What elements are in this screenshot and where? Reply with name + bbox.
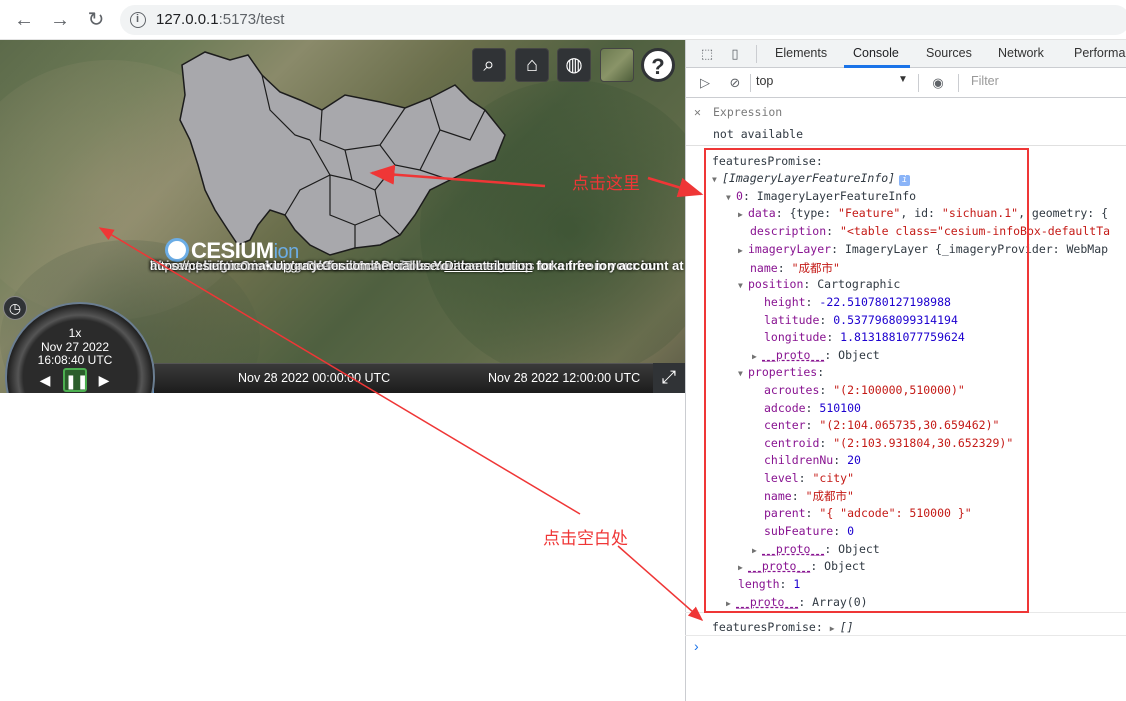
filter-input[interactable]: Filter — [971, 74, 999, 88]
address-bar[interactable]: 127.0.0.1:5173/test — [120, 5, 1126, 35]
animation-widget[interactable]: 1x Nov 27 2022 16:08:40 UTC ◀ ❚❚ ▶ — [0, 297, 155, 393]
annotation-click-blank: 点击空白处 — [543, 529, 628, 549]
timeline-tick: Nov 28 2022 12:00:00 UTC — [488, 371, 641, 385]
inspect-icon[interactable]: ⬚ — [698, 45, 716, 63]
globe-icon[interactable]: ◍ — [557, 48, 591, 82]
arrow-left-icon[interactable]: ← — [12, 8, 36, 32]
highlight-box — [704, 148, 1029, 613]
tab-sources[interactable]: Sources — [926, 46, 972, 60]
search-icon[interactable]: ⌕ — [472, 48, 506, 82]
close-icon[interactable]: ✕ — [694, 105, 701, 119]
anim-time: 16:08:40 UTC — [37, 353, 113, 367]
data-attribution-link[interactable]: Data attribution — [444, 258, 532, 273]
cesium-viewer[interactable]: ⌕ ⌂ ◍ ? CESIUMion This application is us… — [0, 40, 685, 393]
expression-value: not available — [713, 127, 804, 141]
chevron-down-icon: ▼ — [898, 74, 908, 85]
sidebar-toggle-icon[interactable]: ▷ — [696, 74, 714, 92]
play-reverse-icon[interactable]: ◀ — [34, 369, 56, 391]
expression-label: Expression — [713, 105, 783, 119]
tab-network[interactable]: Network — [998, 46, 1044, 60]
help-icon[interactable]: ? — [641, 48, 675, 82]
devtools-tabbar: ⬚ ▯ Elements Console Sources Network Per… — [686, 40, 1126, 68]
url-text: 127.0.0.1:5173/test — [156, 11, 285, 28]
browser-toolbar: ← → ↻ 127.0.0.1:5173/test — [0, 0, 1126, 40]
clear-console-icon[interactable]: ⊘ — [726, 74, 744, 92]
home-icon[interactable]: ⌂ — [515, 48, 549, 82]
live-expression: ✕ Expression not available — [686, 98, 1126, 146]
pause-icon[interactable]: ❚❚ — [63, 368, 88, 392]
site-info-icon[interactable] — [130, 12, 146, 28]
console-toolbar: ▷ ⊘ top ▼ ◉ Filter — [686, 68, 1126, 98]
device-toggle-icon[interactable]: ▯ — [726, 45, 744, 63]
play-icon[interactable]: ▶ — [93, 369, 115, 391]
fullscreen-icon[interactable]: ⤢ — [653, 363, 685, 393]
console-message: featuresPromise: ▶[] — [712, 620, 854, 634]
anim-speed: 1x — [68, 326, 82, 340]
context-select[interactable]: top — [756, 74, 914, 92]
timeline-tick: Nov 28 2022 00:00:00 UTC — [238, 371, 391, 385]
reload-icon[interactable]: ↻ — [84, 8, 108, 32]
tab-elements[interactable]: Elements — [775, 46, 827, 60]
layer-picker-icon[interactable] — [600, 48, 634, 82]
eye-icon[interactable]: ◉ — [929, 74, 947, 92]
tab-console[interactable]: Console — [853, 46, 899, 60]
arrow-right-icon[interactable]: → — [48, 8, 72, 32]
tab-performance[interactable]: Performa — [1074, 46, 1125, 60]
timeline[interactable]: Nov 28 2022 00:00:00 UTC Nov 28 2022 12:… — [150, 363, 653, 393]
annotation-click-here: 点击这里 — [572, 174, 640, 194]
console-prompt[interactable]: › — [694, 638, 699, 654]
